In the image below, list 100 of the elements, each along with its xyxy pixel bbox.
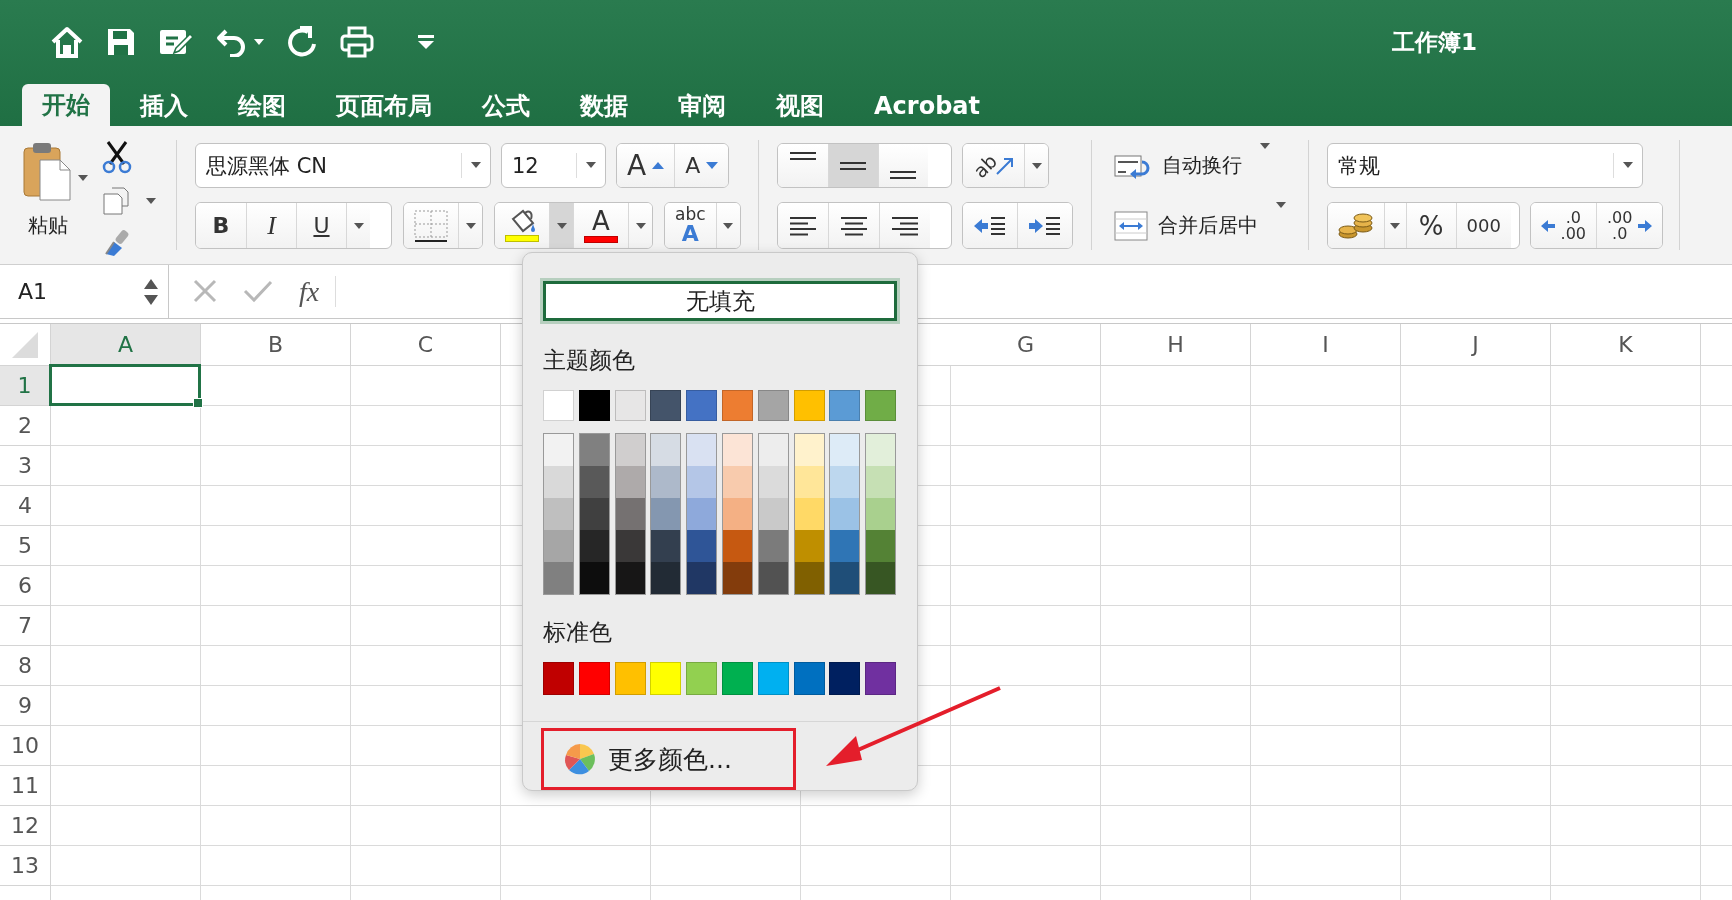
color-swatch[interactable] (543, 434, 574, 466)
ribbon-tab[interactable]: 公式 (462, 86, 550, 126)
row-header[interactable]: 2 (0, 406, 51, 446)
caret-icon[interactable] (1622, 162, 1633, 169)
color-swatch[interactable] (757, 498, 789, 530)
row-header[interactable]: 1 (0, 366, 51, 406)
bottom-align-button[interactable] (877, 144, 928, 187)
color-swatch[interactable] (722, 530, 753, 562)
color-swatch[interactable] (757, 562, 789, 594)
increase-decimal-button[interactable]: .0 .00 (1530, 203, 1596, 248)
no-fill-button[interactable]: 无填充 (543, 281, 897, 321)
currency-format-button[interactable] (1327, 203, 1384, 248)
color-swatch[interactable] (614, 466, 646, 498)
color-swatch[interactable] (543, 498, 574, 530)
italic-button[interactable]: I (246, 203, 296, 248)
color-swatch[interactable] (650, 562, 682, 594)
align-center-button[interactable] (827, 203, 879, 248)
row-header[interactable]: 7 (0, 606, 51, 646)
decrease-indent-button[interactable] (962, 203, 1017, 248)
color-swatch[interactable] (722, 498, 753, 530)
grow-font-button[interactable]: A (617, 144, 675, 187)
color-swatch[interactable] (650, 498, 682, 530)
save-icon[interactable] (106, 27, 136, 57)
color-swatch[interactable] (543, 530, 574, 562)
check-icon[interactable] (243, 279, 273, 304)
color-swatch[interactable] (686, 434, 718, 466)
align-left-button[interactable] (777, 203, 828, 248)
caret-icon[interactable] (471, 162, 481, 169)
font-name-dropdown[interactable]: 思源黑体 CN (195, 143, 491, 188)
row-header[interactable]: 4 (0, 486, 51, 526)
orientation-options-button[interactable] (1024, 144, 1049, 187)
borders-button[interactable] (404, 203, 458, 248)
caret-icon[interactable] (635, 222, 646, 229)
ribbon-tab[interactable]: 审阅 (658, 86, 746, 126)
ribbon-tab[interactable]: 视图 (756, 86, 844, 126)
color-swatch[interactable] (829, 498, 861, 530)
row-header[interactable]: 5 (0, 526, 51, 566)
middle-align-button[interactable] (827, 144, 878, 187)
row-header[interactable]: 8 (0, 646, 51, 686)
underline-button[interactable]: U (296, 203, 346, 248)
name-box[interactable]: A1 (0, 265, 169, 318)
font-size-dropdown[interactable]: 12 (501, 143, 606, 188)
color-swatch[interactable] (543, 562, 574, 594)
caret-icon[interactable] (1259, 143, 1270, 149)
row-header[interactable]: 3 (0, 446, 51, 486)
color-swatch[interactable] (793, 498, 825, 530)
color-swatch[interactable] (793, 466, 825, 498)
color-swatch[interactable] (865, 434, 897, 466)
color-swatch[interactable] (829, 434, 861, 466)
customize-menu-icon[interactable] (418, 35, 434, 49)
color-swatch[interactable] (650, 434, 682, 466)
color-swatch[interactable] (578, 466, 610, 498)
undo-icon[interactable] (216, 27, 248, 57)
color-swatch[interactable] (650, 530, 682, 562)
row-header[interactable]: 13 (0, 846, 51, 886)
row-header[interactable]: 9 (0, 686, 51, 726)
font-color-button[interactable]: A (573, 203, 628, 248)
currency-options-button[interactable] (1383, 203, 1406, 248)
color-swatch[interactable] (829, 466, 861, 498)
caret-icon[interactable] (586, 162, 596, 169)
merge-center-button[interactable]: 合并后居中 (1105, 202, 1266, 249)
comma-style-button[interactable]: 000 (1455, 203, 1511, 248)
shrink-font-button[interactable]: A (674, 144, 729, 187)
fill-color-options-button[interactable] (549, 203, 573, 248)
wrap-text-button[interactable]: 自动换行 (1105, 143, 1250, 188)
color-swatch[interactable] (686, 562, 718, 594)
color-swatch[interactable] (757, 466, 789, 498)
color-swatch[interactable] (722, 562, 753, 594)
font-color-options-button[interactable] (628, 203, 652, 248)
ribbon-tab[interactable]: 开始 (22, 84, 110, 126)
color-swatch[interactable] (614, 530, 646, 562)
color-swatch[interactable] (650, 466, 682, 498)
color-swatch[interactable] (829, 530, 861, 562)
color-swatch[interactable] (686, 498, 718, 530)
underline-options-button[interactable] (346, 203, 370, 248)
color-swatch[interactable] (865, 498, 897, 530)
redo-icon[interactable] (286, 26, 318, 58)
decrease-decimal-button[interactable]: .00 .0 (1596, 203, 1663, 248)
ribbon-tab[interactable]: 页面布局 (316, 86, 452, 126)
caret-icon[interactable] (1275, 202, 1286, 208)
number-format-dropdown[interactable]: 常规 (1326, 143, 1643, 188)
fill-color-button[interactable] (495, 203, 549, 248)
caret-icon[interactable] (1390, 222, 1401, 229)
color-swatch[interactable] (722, 466, 753, 498)
caret-icon[interactable] (78, 175, 88, 181)
color-swatch[interactable] (614, 498, 646, 530)
caret-icon[interactable] (146, 198, 156, 204)
paste-button[interactable]: 粘贴 (22, 140, 74, 264)
insert-function-button[interactable]: fx (299, 275, 320, 308)
color-swatch[interactable] (686, 530, 718, 562)
row-header[interactable]: 11 (0, 766, 51, 806)
home-icon[interactable] (50, 26, 84, 58)
row-header[interactable]: 12 (0, 806, 51, 846)
column-header[interactable]: A (51, 324, 201, 366)
align-right-button[interactable] (878, 203, 930, 248)
color-swatch[interactable] (543, 466, 574, 498)
active-cell[interactable] (49, 364, 201, 406)
color-swatch[interactable] (578, 434, 610, 466)
fill-handle[interactable] (193, 398, 203, 408)
stepper-arrows-icon[interactable] (144, 277, 158, 306)
